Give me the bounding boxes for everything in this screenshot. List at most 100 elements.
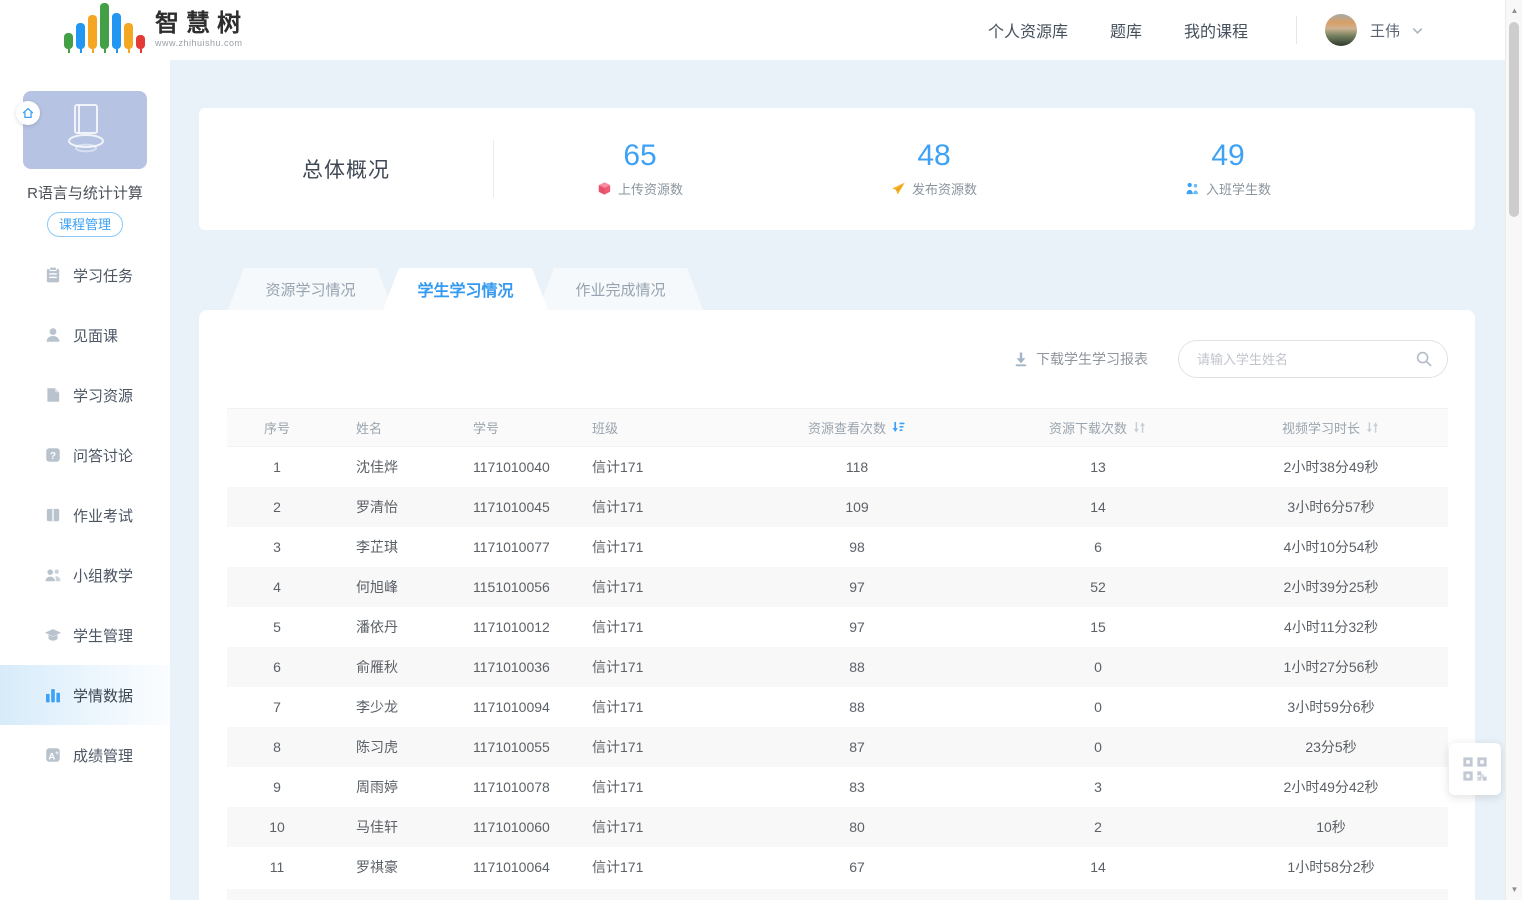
cell: 李少龙 [327,687,427,727]
cell: 1171010012 [427,607,547,647]
table-row: 2罗清怡1171010045信计171109143小时6分57秒 [227,487,1448,527]
sidebar-item-2[interactable]: 学习资源 [0,365,170,425]
table-row: 5潘依丹1171010012信计17197154小时11分32秒 [227,607,1448,647]
logo-bar [112,13,121,53]
cell: 4 [227,567,327,607]
sidebar-item-1[interactable]: 见面课 [0,305,170,365]
cell: 1171010078 [427,767,547,807]
sidebar-item-label: 学生管理 [73,625,133,646]
search-icon[interactable] [1415,350,1433,368]
student-table: 序号姓名学号班级资源查看次数资源下载次数视频学习时长 1沈佳烨117101004… [227,408,1448,900]
nav-item-0[interactable]: 个人资源库 [988,18,1068,42]
zhihuishu-logo[interactable]: 智慧树 www.zhihuishu.com [64,7,248,53]
sidebar-item-4[interactable]: 作业考试 [0,485,170,545]
cell: 1171010055 [427,727,547,767]
table-row: 7李少龙1171010094信计1718803小时59分6秒 [227,687,1448,727]
table-body: 1沈佳烨1171010040信计171118132小时38分49秒2罗清怡117… [227,447,1448,887]
sidebar-item-label: 学情数据 [73,685,133,706]
stat-label: 发布资源数 [891,179,977,198]
cell: 15 [982,607,1214,647]
cell: 1小时58分2秒 [1214,847,1448,887]
logo-bars-icon [64,7,145,53]
cell: 0 [982,687,1214,727]
sidebar-item-6[interactable]: 学生管理 [0,605,170,665]
table-row: 1沈佳烨1171010040信计171118132小时38分49秒 [227,447,1448,487]
tab-2[interactable]: 作业完成情况 [538,268,703,310]
sort-desc-icon[interactable] [891,420,906,435]
cell: 97 [732,567,982,607]
cell: 信计171 [547,447,732,487]
cell: 7 [227,687,327,727]
column-header-3: 班级 [547,409,732,447]
table-header-row: 序号姓名学号班级资源查看次数资源下载次数视频学习时长 [227,409,1448,447]
svg-text:?: ? [50,451,56,462]
search-box [1178,340,1448,378]
logo-bar [124,23,133,53]
scrollbar-down-arrow[interactable]: ▼ [1506,881,1522,898]
cell: 3 [982,767,1214,807]
cell: 信计171 [547,607,732,647]
sidebar: R语言与统计计算 课程管理 学习任务见面课学习资源?问答讨论作业考试小组教学学生… [0,60,170,900]
page-scrollbar[interactable]: ▲ ▼ [1505,0,1522,900]
table-row: 4何旭峰1151010056信计17197522小时39分25秒 [227,567,1448,607]
search-input[interactable] [1178,340,1448,378]
exam-icon [44,506,62,524]
sidebar-item-label: 见面课 [73,325,118,346]
cell: 67 [732,847,982,887]
table-row: 8陈习虎1171010055信计17187023分5秒 [227,727,1448,767]
sidebar-item-label: 作业考试 [73,505,133,526]
sidebar-item-7[interactable]: 学情数据 [0,665,170,725]
cell: 1171010094 [427,687,547,727]
cell: 沈佳烨 [327,447,427,487]
cell: 李芷琪 [327,527,427,567]
students-icon [1185,181,1200,196]
column-header-5[interactable]: 资源下载次数 [982,409,1214,447]
nav-item-2[interactable]: 我的课程 [1184,18,1248,42]
question-icon: ? [44,446,62,464]
nav-item-1[interactable]: 题库 [1110,18,1142,42]
course-manage-button[interactable]: 课程管理 [47,212,123,237]
sidebar-item-0[interactable]: 学习任务 [0,245,170,305]
cell: 13 [982,447,1214,487]
column-header-4[interactable]: 资源查看次数 [732,409,982,447]
scrollbar-up-arrow[interactable]: ▲ [1506,2,1522,19]
cell: 80 [732,807,982,847]
chart-icon [44,686,62,704]
column-header-6[interactable]: 视频学习时长 [1214,409,1448,447]
avatar[interactable] [1325,14,1357,46]
cell: 2 [982,807,1214,847]
sidebar-item-8[interactable]: A+成绩管理 [0,725,170,785]
download-report-link[interactable]: 下载学生学习报表 [1013,349,1148,369]
column-header-1: 姓名 [327,409,427,447]
chevron-down-icon[interactable] [1410,23,1425,38]
table-row: 11罗祺豪1171010064信计17167141小时58分2秒 [227,847,1448,887]
cell: 罗清怡 [327,487,427,527]
overview-panel: 总体概况 65上传资源数48发布资源数49入班学生数 [199,108,1475,230]
cell: 2小时39分25秒 [1214,567,1448,607]
scrollbar-thumb[interactable] [1509,22,1519,217]
column-header-2: 学号 [427,409,547,447]
table-row: 6俞雁秋1171010036信计1718801小时27分56秒 [227,647,1448,687]
cell: 1171010040 [427,447,547,487]
sidebar-item-3[interactable]: ?问答讨论 [0,425,170,485]
cell: 信计171 [547,847,732,887]
sidebar-item-5[interactable]: 小组教学 [0,545,170,605]
tab-0[interactable]: 资源学习情况 [228,268,393,310]
logo-brand: 智慧树 [155,12,248,36]
logo-bar [88,15,97,53]
cell: 4小时11分32秒 [1214,607,1448,647]
user-name[interactable]: 王伟 [1370,20,1400,41]
upload-box-icon [597,181,612,196]
cell: 2小时38分49秒 [1214,447,1448,487]
qr-code-button[interactable] [1449,743,1501,795]
tab-1[interactable]: 学生学习情况 [383,268,548,310]
cell: 6 [227,647,327,687]
sort-both-icon[interactable] [1132,420,1147,435]
course-card[interactable] [23,91,147,169]
stat-0: 65上传资源数 [493,108,787,230]
sidebar-menu: 学习任务见面课学习资源?问答讨论作业考试小组教学学生管理学情数据 A+成绩管理 [0,245,170,785]
home-icon[interactable] [16,101,40,125]
sort-both-icon[interactable] [1365,420,1380,435]
logo-bar [64,33,73,53]
sidebar-item-label: 学习任务 [73,265,133,286]
